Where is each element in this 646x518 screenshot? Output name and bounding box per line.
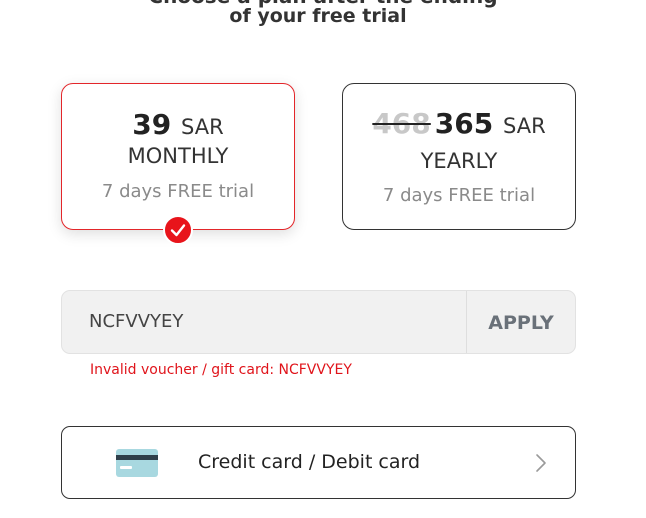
plan-card-yearly[interactable]: 468 365 SAR YEARLY 7 days FREE trial (342, 83, 576, 230)
selected-check-icon (163, 215, 193, 245)
monthly-period: MONTHLY (127, 144, 229, 168)
monthly-trial: 7 days FREE trial (101, 181, 255, 202)
payment-option-label: Credit card / Debit card (198, 451, 421, 473)
yearly-price: 468 365 SAR (343, 109, 575, 141)
apply-button[interactable]: APPLY (467, 291, 575, 353)
subscription-page: Choose a plan after the ending of your f… (0, 0, 646, 518)
yearly-price-value: 365 (434, 107, 494, 140)
voucher-error-message: Invalid voucher / gift card: NCFVVYEY (90, 362, 352, 378)
heading-line-2: of your free trial (229, 5, 407, 27)
voucher-field: APPLY (61, 290, 576, 354)
monthly-price: 39 SAR (62, 110, 294, 142)
monthly-price-value: 39 (132, 108, 172, 141)
credit-card-icon (116, 449, 158, 481)
yearly-currency: SAR (502, 114, 546, 138)
page-heading: Choose a plan after the ending of your f… (0, 0, 646, 30)
yearly-period: YEARLY (420, 149, 498, 173)
yearly-old-price: 468 (372, 107, 431, 140)
payment-option-card[interactable]: Credit card / Debit card (61, 426, 576, 499)
plan-card-monthly[interactable]: 39 SAR MONTHLY 7 days FREE trial (61, 83, 295, 230)
yearly-trial: 7 days FREE trial (382, 185, 536, 206)
monthly-currency: SAR (181, 115, 224, 139)
chevron-right-icon (535, 453, 547, 477)
voucher-input[interactable] (62, 291, 466, 353)
